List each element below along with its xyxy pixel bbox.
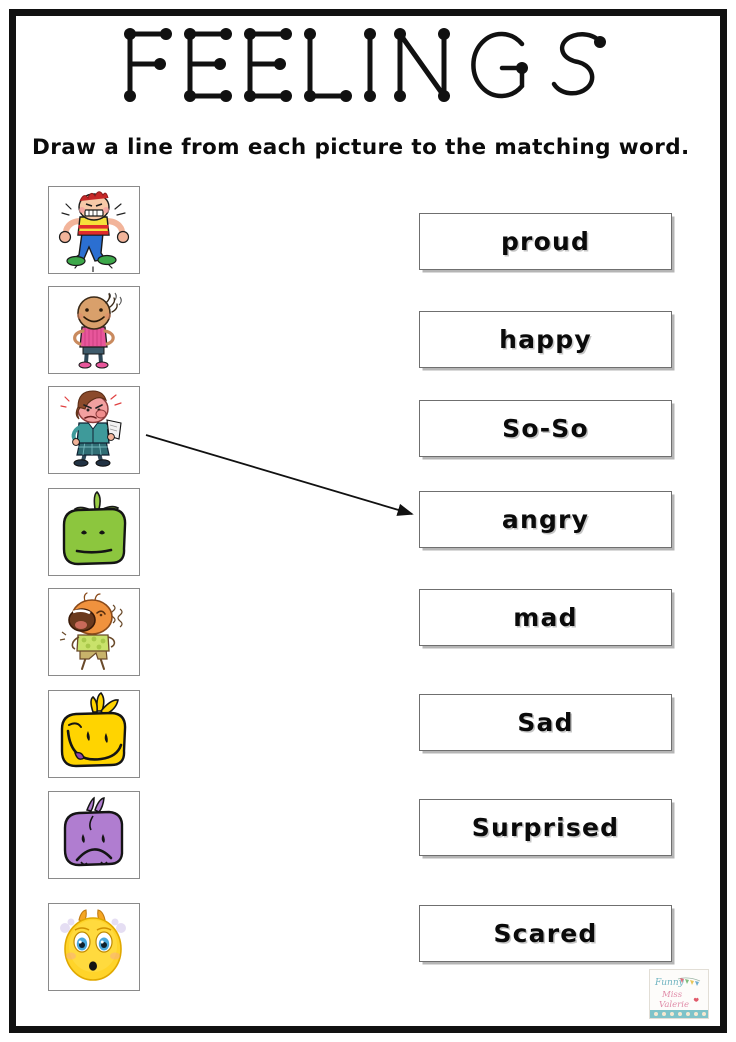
picture-card-3[interactable] (48, 386, 140, 474)
word-box-angry[interactable]: angry (419, 491, 672, 548)
pic-crying-child (49, 589, 138, 674)
word-label: mad (513, 603, 578, 632)
picture-card-1[interactable] (48, 186, 140, 274)
logo-art: Funny Miss Valerie (650, 970, 708, 1018)
pic-boy-hands-on-hips (49, 287, 138, 372)
worksheet-page: Draw a line from each picture to the mat… (0, 0, 736, 1042)
word-box-scared[interactable]: Scared (419, 905, 672, 962)
pic-boy-angry-fists (49, 187, 138, 272)
word-box-happy[interactable]: happy (419, 311, 672, 368)
picture-card-6[interactable] (48, 690, 140, 778)
word-label: Surprised (471, 813, 620, 842)
word-box-surprised[interactable]: Surprised (419, 799, 672, 856)
pic-yellow-face (49, 691, 138, 776)
instruction-text: Draw a line from each picture to the mat… (32, 135, 690, 160)
word-label: angry (501, 505, 590, 534)
word-label: So-So (502, 414, 589, 443)
logo-line3: Valerie (659, 1000, 689, 1010)
page-title (0, 22, 736, 118)
picture-card-2[interactable] (48, 286, 140, 374)
logo-line2: Miss (661, 990, 683, 1000)
word-box-proud[interactable]: proud (419, 213, 672, 270)
picture-card-7[interactable] (48, 791, 140, 879)
word-box-so-so[interactable]: So-So (419, 400, 672, 457)
picture-card-8[interactable] (48, 903, 140, 991)
word-box-sad[interactable]: Sad (419, 694, 672, 751)
pic-girl-holding-paper (49, 387, 138, 472)
word-label: happy (499, 325, 592, 354)
word-label: Scared (493, 919, 598, 948)
word-box-mad[interactable]: mad (419, 589, 672, 646)
picture-card-4[interactable] (48, 488, 140, 576)
pic-green-face (49, 489, 138, 574)
title-feelings-art (124, 28, 606, 102)
pic-purple-face (49, 792, 138, 877)
picture-card-5[interactable] (48, 588, 140, 676)
pic-surprised-face (49, 904, 138, 989)
logo-funny-miss-valerie[interactable]: Funny Miss Valerie (649, 969, 709, 1019)
word-label: Sad (517, 708, 574, 737)
logo-line1: Funny (654, 978, 685, 988)
word-label: proud (500, 227, 591, 256)
